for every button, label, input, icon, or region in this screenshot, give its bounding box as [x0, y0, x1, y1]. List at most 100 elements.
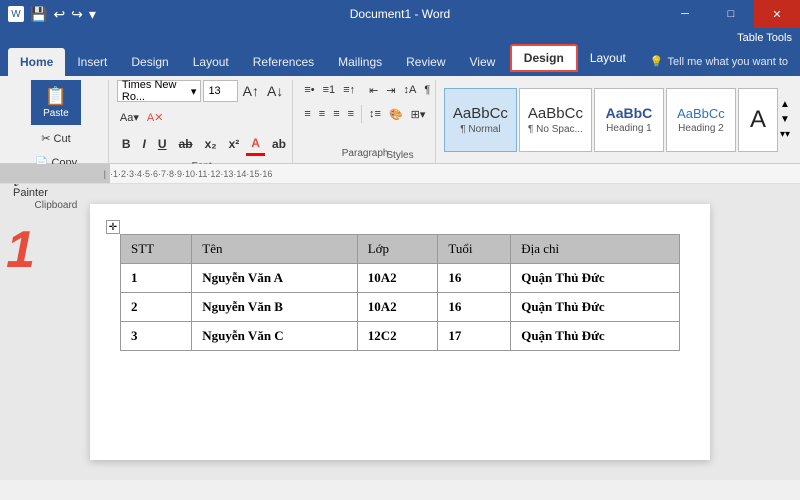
styles-expand-btn[interactable]: ▾▾	[780, 129, 790, 140]
cut-btn[interactable]: ✂ Cut	[38, 127, 73, 149]
paste-btn[interactable]: 📋 Paste	[31, 80, 81, 125]
data-table: STT Tên Lớp Tuổi Địa chỉ 1Nguyễn Văn A10…	[120, 234, 680, 351]
style-title[interactable]: A	[738, 88, 778, 152]
tab-layout[interactable]: Layout	[181, 48, 241, 76]
align-right-btn[interactable]: ≡	[330, 104, 342, 124]
ruler: | ·1·2·3·4·5·6·7·8·9·10·11·12·13·14·15·1…	[0, 164, 800, 184]
cell-1-1[interactable]: Nguyễn Văn B	[192, 293, 357, 322]
ribbon: 📋 Paste ✂ Cut 📄 Copy 🖌 Format Painter Cl…	[0, 76, 800, 164]
customize-btn[interactable]: ▾	[89, 6, 96, 23]
ruler-mark: ·1·2·3·4·5·6·7·8·9·10·11·12·13·14·15·16	[110, 169, 272, 179]
document-title: Document1 - Word	[350, 7, 450, 21]
tab-home[interactable]: Home	[8, 48, 65, 76]
style-normal-preview: AaBbCc	[453, 105, 508, 122]
font-size-box[interactable]: 13	[203, 80, 237, 102]
para-row2: ≡ ≡ ≡ ≡ ↕≡ 🎨 ⊞▾	[301, 104, 429, 124]
cell-0-3[interactable]: 16	[438, 264, 511, 293]
tab-table-design[interactable]: Design	[510, 44, 578, 72]
cell-1-4[interactable]: Quận Thủ Đức	[511, 293, 680, 322]
minimize-btn[interactable]: ─	[662, 0, 708, 28]
word-icon: W	[8, 6, 24, 22]
numbering-btn[interactable]: ≡1	[320, 80, 339, 100]
font-grow-btn[interactable]: A↑	[240, 80, 262, 102]
style-nospace-preview: AaBbCc	[528, 105, 583, 122]
multilevel-btn[interactable]: ≡↑	[340, 80, 358, 100]
tab-view[interactable]: View	[458, 48, 508, 76]
clipboard-label: Clipboard	[10, 197, 102, 211]
restore-btn[interactable]: □	[708, 0, 754, 28]
tab-mailings[interactable]: Mailings	[326, 48, 394, 76]
font-shrink-btn[interactable]: A↓	[264, 80, 286, 102]
cell-2-0[interactable]: 3	[121, 322, 192, 351]
change-case-btn[interactable]: Aa▾	[117, 106, 142, 128]
tab-references[interactable]: References	[241, 48, 326, 76]
sort-btn[interactable]: ↕A	[401, 80, 420, 100]
style-normal-name: ¶ Normal	[460, 124, 500, 135]
lightbulb-icon: 💡	[650, 55, 664, 68]
line-spacing-btn[interactable]: ↕≡	[366, 104, 384, 124]
styles-up-btn[interactable]: ▲	[780, 99, 790, 110]
annotation-1: 1	[6, 224, 35, 480]
clipboard-sub: ✂ Cut	[38, 127, 73, 149]
tell-me-box[interactable]: 💡 Tell me what you want to	[638, 51, 800, 72]
cell-1-3[interactable]: 16	[438, 293, 511, 322]
tell-me-text[interactable]: Tell me what you want to	[668, 56, 788, 68]
borders-btn[interactable]: ⊞▾	[408, 104, 429, 124]
styles-down-btn[interactable]: ▼	[780, 114, 790, 125]
cell-0-1[interactable]: Nguyễn Văn A	[192, 264, 357, 293]
cell-0-0[interactable]: 1	[121, 264, 192, 293]
save-btn[interactable]: 💾	[30, 6, 47, 23]
table-row: 3Nguyễn Văn C12C217Quận Thủ Đức	[121, 322, 680, 351]
cell-2-2[interactable]: 12C2	[357, 322, 438, 351]
bullets-btn[interactable]: ≡•	[301, 80, 317, 100]
style-no-spacing[interactable]: AaBbCc ¶ No Spac...	[519, 88, 592, 152]
para-row1: ≡• ≡1 ≡↑ ⇤ ⇥ ↕A ¶	[301, 80, 429, 100]
cell-1-2[interactable]: 10A2	[357, 293, 438, 322]
tab-review[interactable]: Review	[394, 48, 457, 76]
show-formatting-btn[interactable]: ¶	[421, 80, 433, 100]
cell-1-0[interactable]: 2	[121, 293, 192, 322]
style-heading1[interactable]: AaBbC Heading 1	[594, 88, 664, 152]
table-row: 1Nguyễn Văn A10A216Quận Thủ Đức	[121, 264, 680, 293]
styles-label: Styles	[0, 147, 800, 161]
redo-btn[interactable]: ↪	[71, 6, 83, 23]
col-diachi: Địa chỉ	[511, 235, 680, 264]
close-btn[interactable]: ✕	[754, 0, 800, 28]
cell-2-1[interactable]: Nguyễn Văn C	[192, 322, 357, 351]
document-area: 1 ✛ STT Tên Lớp Tuổi Địa chỉ 1N	[0, 184, 800, 480]
cell-0-2[interactable]: 10A2	[357, 264, 438, 293]
clear-format-btn[interactable]: A✕	[144, 106, 167, 128]
font-size-text: 13	[208, 85, 220, 97]
tab-insert[interactable]: Insert	[65, 48, 119, 76]
style-normal[interactable]: AaBbCc ¶ Normal	[444, 88, 517, 152]
cell-2-4[interactable]: Quận Thủ Đức	[511, 322, 680, 351]
align-center-btn[interactable]: ≡	[316, 104, 328, 124]
table-row: 2Nguyễn Văn B10A216Quận Thủ Đức	[121, 293, 680, 322]
table-move-handle[interactable]: ✛	[106, 220, 120, 234]
tab-table-layout[interactable]: Layout	[578, 44, 638, 72]
col-ten: Tên	[192, 235, 357, 264]
window-controls[interactable]: ─ □ ✕	[662, 0, 800, 28]
tab-design[interactable]: Design	[119, 48, 180, 76]
styles-group: AaBbCc ¶ Normal AaBbCc ¶ No Spac... AaBb…	[438, 80, 796, 163]
font-dropdown-icon[interactable]: ▾	[191, 85, 197, 98]
cell-0-4[interactable]: Quận Thủ Đức	[511, 264, 680, 293]
font-row2: Aa▾ A✕	[117, 106, 286, 128]
cell-2-3[interactable]: 17	[438, 322, 511, 351]
align-left-btn[interactable]: ≡	[301, 104, 313, 124]
table-wrapper: ✛ STT Tên Lớp Tuổi Địa chỉ 1Nguyễn Văn A…	[120, 234, 680, 351]
increase-indent-btn[interactable]: ⇥	[383, 80, 398, 100]
font-row1: Times New Ro... ▾ 13 A↑ A↓	[117, 80, 286, 102]
font-name-text: Times New Ro...	[122, 79, 187, 103]
undo-btn[interactable]: ↩	[53, 6, 65, 23]
font-name-box[interactable]: Times New Ro... ▾	[117, 80, 202, 102]
style-nospace-name: ¶ No Spac...	[528, 124, 583, 135]
style-title-preview: A	[750, 106, 766, 134]
shading-btn[interactable]: 🎨	[386, 104, 406, 124]
styles-scroll[interactable]: ▲ ▼ ▾▾	[780, 99, 790, 140]
style-heading2[interactable]: AaBbCc Heading 2	[666, 88, 736, 152]
ruler-left-margin: |	[104, 169, 106, 179]
decrease-indent-btn[interactable]: ⇤	[366, 80, 381, 100]
justify-btn[interactable]: ≡	[345, 104, 357, 124]
quick-access-toolbar[interactable]: W 💾 ↩ ↪ ▾	[8, 6, 96, 23]
